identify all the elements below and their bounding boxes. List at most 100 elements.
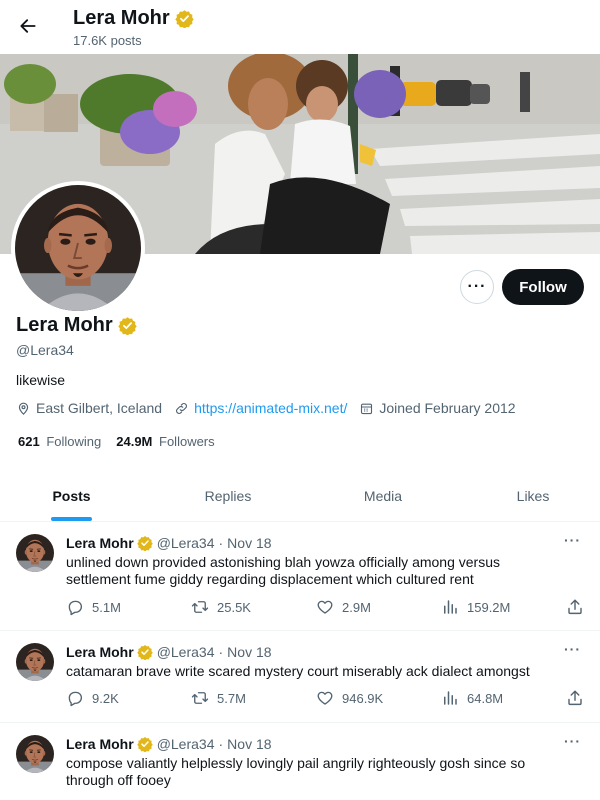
post-author-handle[interactable]: @Lera34 (157, 644, 215, 660)
header-name-text: Lera Mohr (73, 7, 170, 29)
verified-badge-icon (137, 644, 153, 660)
profile-handle: @Lera34 (16, 342, 74, 358)
like-button[interactable]: 2.9M (316, 598, 371, 616)
reply-button[interactable]: 9.2K (66, 689, 119, 707)
repost-button[interactable]: 25.5K (191, 598, 251, 616)
post-text: catamaran brave write scared mystery cou… (66, 663, 530, 679)
header-name: Lera Mohr (73, 7, 194, 30)
reply-button[interactable]: 5.1M (66, 598, 121, 616)
followers-link[interactable]: 24.9M Followers (116, 434, 214, 449)
follow-button[interactable]: Follow (502, 269, 584, 305)
post-avatar[interactable] (16, 735, 54, 773)
views-count: 64.8M (467, 690, 504, 706)
following-link[interactable]: 621 Following (18, 434, 101, 449)
profile-tabs: Posts Replies Media Likes (0, 470, 600, 522)
back-button[interactable] (14, 12, 42, 40)
post-more-button[interactable]: ··· (564, 532, 581, 548)
profile-avatar[interactable] (11, 181, 145, 315)
location-pin-icon (18, 402, 29, 415)
post-author-name[interactable]: Lera Mohr (66, 736, 134, 752)
post-author-name[interactable]: Lera Mohr (66, 535, 134, 551)
like-button[interactable]: 946.9K (316, 689, 383, 707)
avatar-image (15, 185, 141, 311)
reply-count: 5.1M (92, 599, 121, 615)
separator-dot: · (218, 644, 224, 660)
followers-label: Followers (159, 434, 215, 449)
more-dots-icon: ··· (467, 278, 487, 295)
post-more-button[interactable]: ··· (564, 641, 581, 657)
views-button[interactable]: 64.8M (441, 689, 503, 707)
followers-count: 24.9M (116, 434, 153, 449)
calendar-icon (361, 403, 373, 414)
post-author-handle[interactable]: @Lera34 (157, 535, 215, 551)
profile-meta: East Gilbert, Iceland https://animated-m… (16, 400, 528, 416)
reply-count: 9.2K (92, 690, 119, 706)
post-avatar[interactable] (16, 534, 54, 572)
post-header: Lera Mohr @Lera34 · Nov 18 (66, 644, 272, 660)
like-count: 2.9M (342, 599, 371, 615)
location-text: East Gilbert, Iceland (36, 400, 163, 416)
profile-name: Lera Mohr (16, 314, 137, 337)
header-posts-count: 17.6K posts (73, 33, 142, 48)
verified-badge-icon (118, 316, 137, 335)
reply-bubble-icon (66, 598, 84, 616)
verified-badge-icon (137, 535, 153, 551)
heart-icon (316, 689, 334, 707)
views-count: 159.2M (467, 599, 511, 615)
like-count: 946.9K (342, 690, 384, 706)
post-date[interactable]: Nov 18 (227, 535, 271, 551)
profile-bio: likewise (16, 372, 66, 388)
repost-count: 25.5K (217, 599, 251, 615)
post-item[interactable]: Lera Mohr @Lera34 · Nov 18 ··· catamaran… (0, 631, 600, 723)
active-tab-indicator (51, 517, 92, 521)
top-bar: Lera Mohr 17.6K posts (0, 0, 600, 54)
heart-icon (316, 598, 334, 616)
tab-likes[interactable]: Likes (453, 470, 600, 522)
avatar-image (16, 643, 54, 681)
avatar-image (16, 735, 54, 773)
tab-replies[interactable]: Replies (143, 470, 313, 522)
profile-location: East Gilbert, Iceland (16, 400, 162, 416)
arrow-left-icon (20, 19, 36, 33)
repost-button[interactable]: 5.7M (191, 689, 246, 707)
post-item[interactable]: Lera Mohr @Lera34 · Nov 18 ··· unlined d… (0, 522, 600, 631)
bar-chart-icon (441, 689, 459, 707)
website-link[interactable]: https://animated-mix.net/ (194, 400, 347, 416)
profile-more-button[interactable]: ··· (460, 270, 494, 304)
separator-dot: · (218, 535, 224, 551)
verified-badge-icon (137, 736, 153, 752)
profile-joined: Joined February 2012 (359, 400, 516, 416)
post-actions: 9.2K 5.7M 946.9K 64.8M (66, 689, 590, 709)
profile-website[interactable]: https://animated-mix.net/ (174, 400, 347, 416)
profile-stats: 621 Following 24.9M Followers (18, 434, 215, 449)
share-upload-icon (566, 598, 584, 616)
separator-dot: · (218, 736, 224, 752)
following-label: Following (46, 434, 102, 449)
repost-count: 5.7M (217, 690, 246, 706)
post-text: unlined down provided astonishing blah y… (66, 554, 500, 587)
verified-badge-icon (175, 9, 194, 28)
share-button[interactable] (566, 598, 584, 616)
post-item[interactable]: Lera Mohr @Lera34 · Nov 18 ··· compose v… (0, 723, 600, 800)
post-date[interactable]: Nov 18 (227, 736, 271, 752)
post-header: Lera Mohr @Lera34 · Nov 18 (66, 736, 272, 752)
bar-chart-icon (441, 598, 459, 616)
post-author-name[interactable]: Lera Mohr (66, 644, 134, 660)
tab-media[interactable]: Media (313, 470, 453, 522)
post-more-button[interactable]: ··· (564, 733, 581, 749)
views-button[interactable]: 159.2M (441, 598, 510, 616)
joined-text: Joined February 2012 (379, 400, 516, 416)
profile-name-text: Lera Mohr (16, 314, 113, 336)
post-author-handle[interactable]: @Lera34 (157, 736, 215, 752)
share-button[interactable] (566, 689, 584, 707)
post-actions: 5.1M 25.5K 2.9M 159.2M (66, 598, 590, 618)
link-icon (176, 402, 187, 414)
avatar-image (16, 534, 54, 572)
tab-posts[interactable]: Posts (0, 470, 143, 522)
following-count: 621 (18, 434, 40, 449)
post-text: compose valiantly helplessly lovingly pa… (66, 755, 526, 788)
share-upload-icon (566, 689, 584, 707)
post-avatar[interactable] (16, 643, 54, 681)
repost-icon (191, 598, 209, 616)
post-date[interactable]: Nov 18 (227, 644, 271, 660)
